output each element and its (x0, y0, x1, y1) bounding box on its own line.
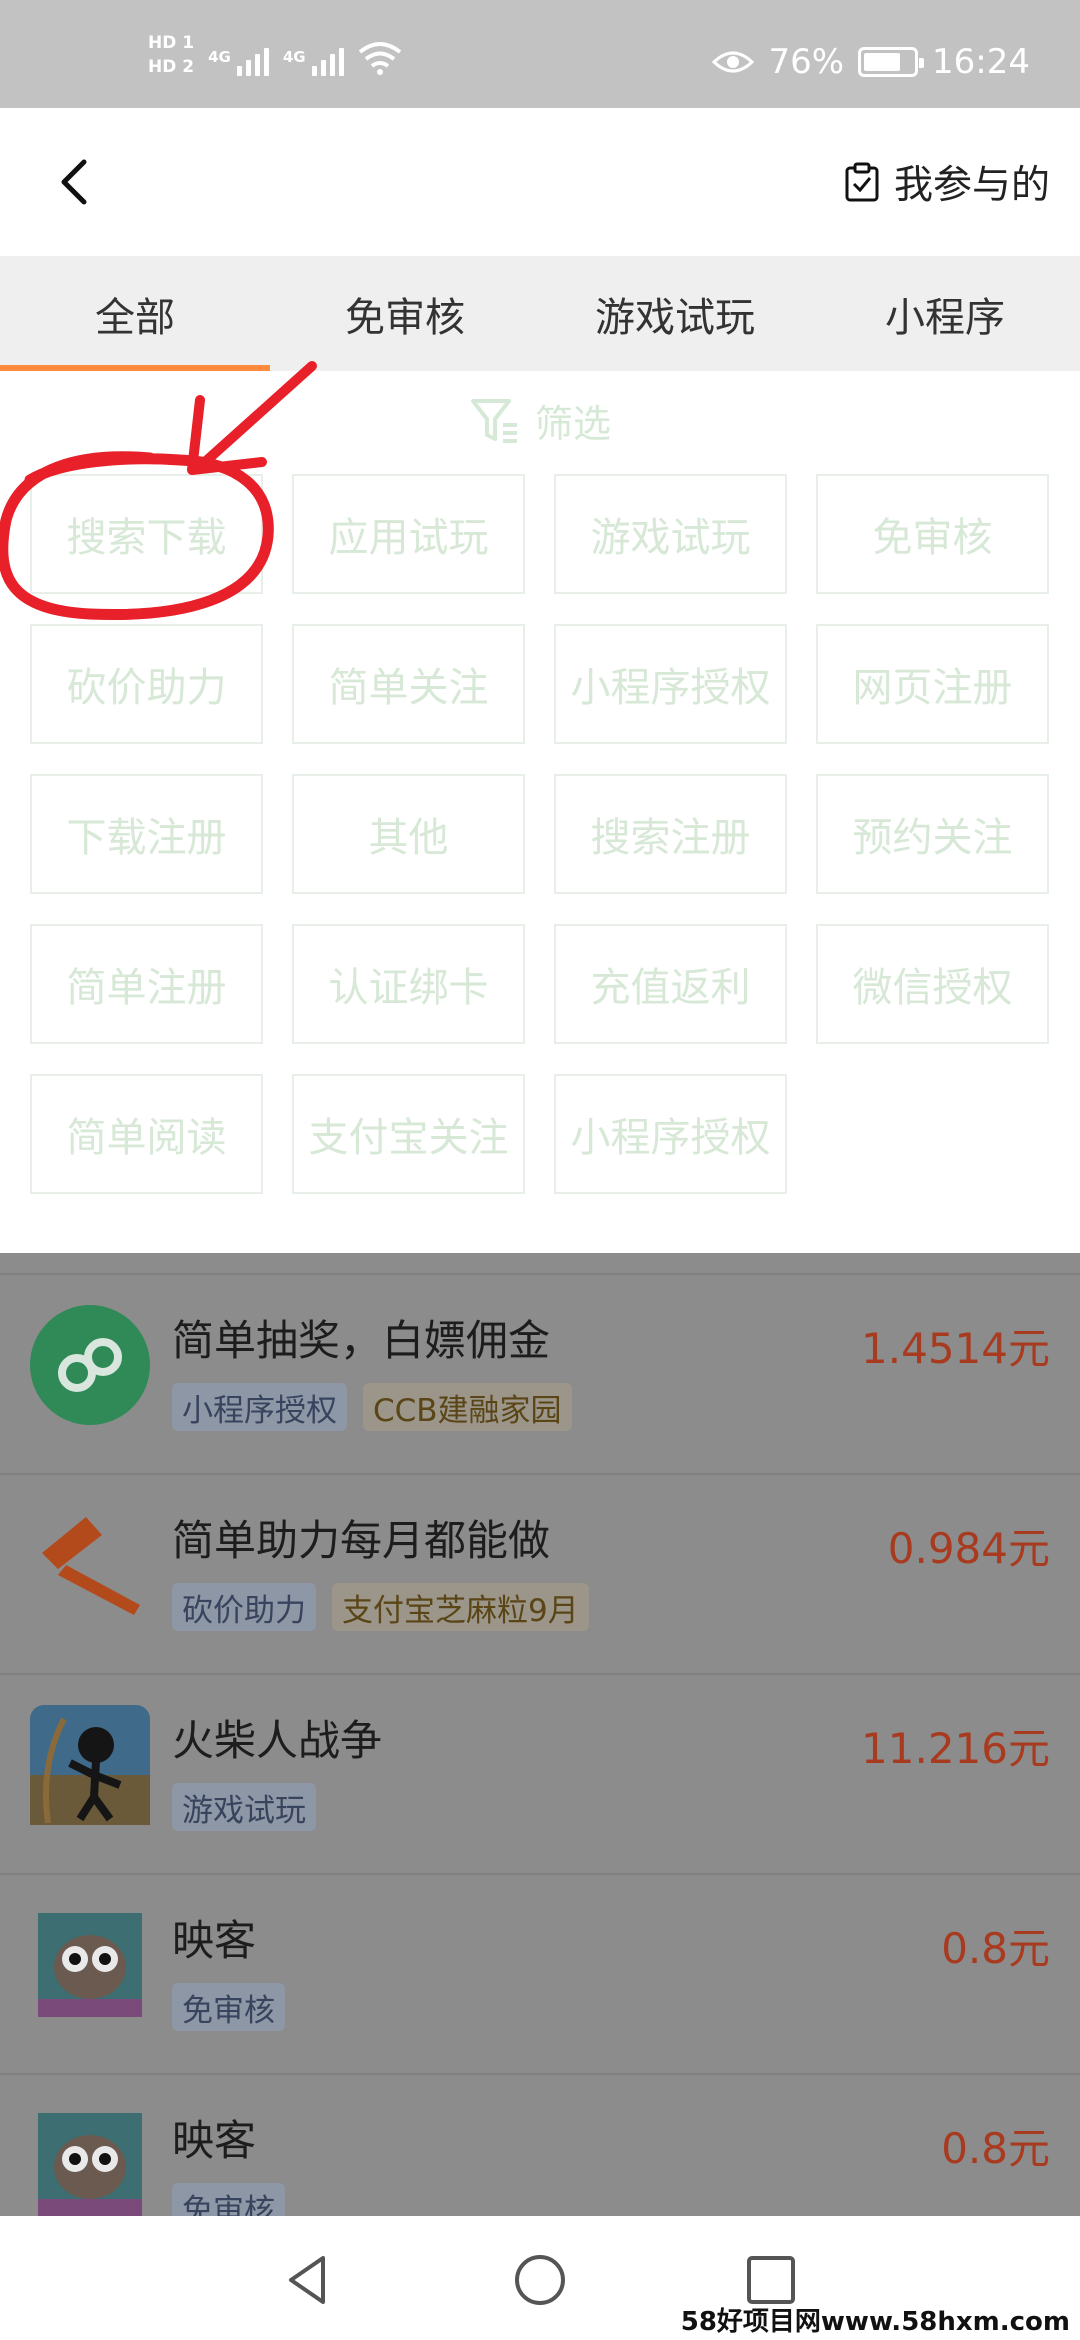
task-price: 0.8元 (941, 2124, 1050, 2173)
filter-header[interactable]: 筛选 (0, 393, 1080, 448)
battery-fill (864, 53, 901, 71)
tab-label: 全部 (95, 294, 175, 341)
axe-icon (42, 1517, 140, 1615)
filter-option[interactable]: 搜索下载 (30, 474, 263, 594)
tab-mini-program[interactable]: 小程序 (810, 256, 1080, 371)
mini-program-icon (30, 1305, 150, 1425)
task-tags: 免审核 (172, 1983, 285, 2031)
hd2-label: HD 2 (148, 57, 195, 77)
eye-icon (712, 51, 755, 73)
my-participation-button[interactable]: 我参与的 (844, 154, 1050, 210)
tab-all[interactable]: 全部 (0, 256, 270, 371)
signal-1-icon: 4G (208, 48, 269, 76)
watermark: 58好项目网www.58hxm.com (680, 2307, 1070, 2337)
task-title: 简单助力每月都能做 (172, 1516, 551, 1565)
task-title: 火柴人战争 (172, 1716, 383, 1765)
task-item[interactable]: 映客 0.8元 免审核 (0, 1873, 1080, 2073)
owl-app-icon (38, 2113, 142, 2216)
clock: 16:24 (932, 42, 1030, 82)
tab-label: 游戏试玩 (595, 294, 755, 341)
filter-option[interactable]: 小程序授权 (554, 624, 787, 744)
back-icon[interactable] (44, 150, 104, 214)
filter-option[interactable]: 下载注册 (30, 774, 263, 894)
filter-option[interactable]: 搜索注册 (554, 774, 787, 894)
task-item[interactable]: 简单抽奖，白嫖佣金 1.4514元 小程序授权 CCB建融家园 (0, 1273, 1080, 1473)
filter-option[interactable]: 其他 (292, 774, 525, 894)
owl-app-icon (38, 1913, 142, 2017)
my-participation-label: 我参与的 (893, 163, 1050, 208)
stickman-game-icon (30, 1705, 150, 1825)
hd1-label: HD 1 (148, 33, 195, 53)
filter-option[interactable]: 游戏试玩 (554, 474, 787, 594)
task-tag: 小程序授权 (172, 1383, 347, 1431)
task-tag: 砍价助力 (172, 1583, 316, 1631)
task-tag: 免审核 (172, 1983, 285, 2031)
task-item[interactable]: 简单助力每月都能做 0.984元 砍价助力 支付宝芝麻粒9月 (0, 1473, 1080, 1673)
filter-option[interactable]: 充值返利 (554, 924, 787, 1044)
task-tag: 支付宝芝麻粒9月 (332, 1583, 589, 1631)
status-right: 76% 16:24 (712, 42, 1030, 82)
filter-option[interactable]: 简单关注 (292, 624, 525, 744)
filter-option[interactable]: 微信授权 (816, 924, 1049, 1044)
signal-2-icon: 4G (283, 48, 344, 76)
filter-option[interactable]: 砍价助力 (30, 624, 263, 744)
task-item[interactable]: 火柴人战争 11.216元 游戏试玩 (0, 1673, 1080, 1873)
filter-option[interactable]: 免审核 (816, 474, 1049, 594)
filter-option[interactable]: 应用试玩 (292, 474, 525, 594)
signal-group: HD 1 HD 2 4G 4G (148, 34, 402, 76)
filter-icon (470, 398, 517, 443)
filter-options: 搜索下载 应用试玩 游戏试玩 免审核 砍价助力 简单关注 小程序授权 网页注册 … (30, 474, 1050, 1194)
tab-label: 免审核 (345, 294, 465, 341)
status-bar: HD 1 HD 2 4G 4G 76% 16:24 (0, 0, 1080, 108)
task-tags: 免审核 (172, 2183, 285, 2216)
filter-option[interactable]: 小程序授权 (554, 1074, 787, 1194)
category-tabs: 全部 免审核 游戏试玩 小程序 (0, 256, 1080, 371)
filter-panel: 筛选 搜索下载 应用试玩 游戏试玩 免审核 砍价助力 简单关注 小程序授权 网页… (0, 371, 1080, 1253)
task-price: 0.984元 (887, 1524, 1050, 1573)
task-tag: 游戏试玩 (172, 1783, 316, 1831)
filter-option[interactable]: 简单阅读 (30, 1074, 263, 1194)
wifi-icon (358, 42, 401, 75)
task-item[interactable]: 映客 0.8元 免审核 (0, 2073, 1080, 2216)
nav-home-icon[interactable] (510, 2250, 570, 2310)
clipboard-check-icon (845, 162, 879, 202)
task-tag: CCB建融家园 (363, 1383, 572, 1431)
task-title: 映客 (172, 1916, 257, 1965)
task-title: 简单抽奖，白嫖佣金 (172, 1316, 551, 1365)
nav-back-icon[interactable] (279, 2250, 339, 2310)
filter-option[interactable]: 简单注册 (30, 924, 263, 1044)
task-tag: 免审核 (172, 2183, 285, 2216)
battery-percent: 76% (768, 42, 845, 82)
tab-no-review[interactable]: 免审核 (270, 256, 540, 371)
app-header: 我参与的 (0, 108, 1080, 256)
battery-icon (858, 47, 925, 77)
filter-option[interactable]: 预约关注 (816, 774, 1049, 894)
tab-label: 小程序 (885, 294, 1005, 341)
task-tags: 砍价助力 支付宝芝麻粒9月 (172, 1583, 589, 1631)
filter-option[interactable]: 认证绑卡 (292, 924, 525, 1044)
filter-title: 筛选 (534, 402, 611, 446)
task-price: 1.4514元 (861, 1324, 1050, 1373)
task-title: 映客 (172, 2116, 257, 2165)
tab-game-trial[interactable]: 游戏试玩 (540, 256, 810, 371)
hd-indicators: HD 1 HD 2 (148, 34, 194, 76)
filter-option[interactable]: 支付宝关注 (292, 1074, 525, 1194)
task-tags: 小程序授权 CCB建融家园 (172, 1383, 572, 1431)
task-list-overlay[interactable]: 简单抽奖，白嫖佣金 1.4514元 小程序授权 CCB建融家园 简单助力每月都能… (0, 1253, 1080, 2216)
task-price: 11.216元 (861, 1724, 1050, 1773)
task-tags: 游戏试玩 (172, 1783, 316, 1831)
task-price: 0.8元 (941, 1924, 1050, 1973)
filter-option[interactable]: 网页注册 (816, 624, 1049, 744)
